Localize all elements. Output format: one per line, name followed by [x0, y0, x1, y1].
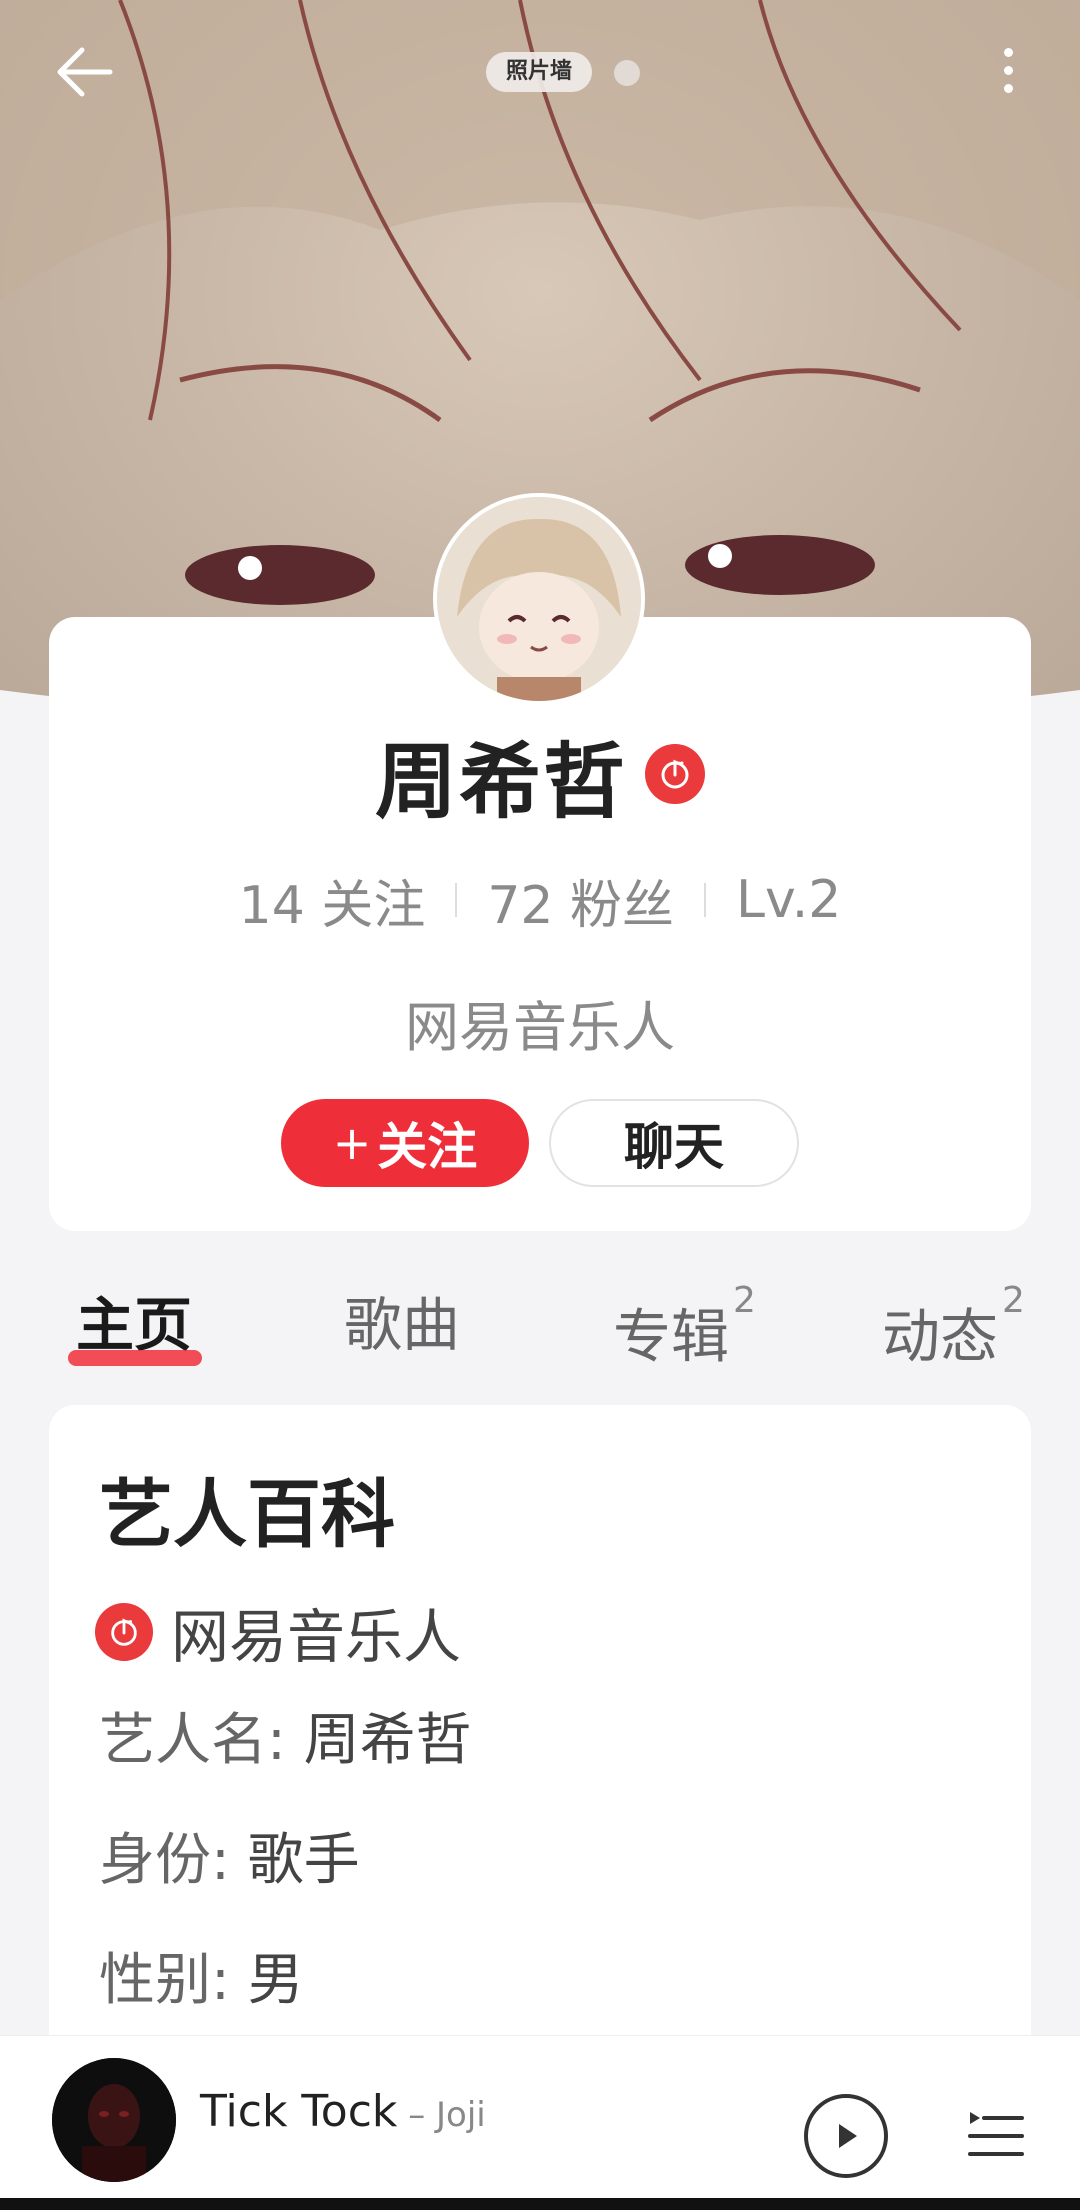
active-tab-indicator — [68, 1350, 202, 1366]
field-key: 性别: — [99, 1948, 248, 2013]
wiki-field-artist-name: 艺人名: 周希哲 — [99, 1695, 472, 1776]
music-note-badge-icon — [661, 759, 689, 789]
avatar[interactable] — [433, 493, 645, 705]
track-artist: Joji — [436, 2095, 486, 2135]
more-vertical-icon — [1003, 47, 1013, 57]
play-button[interactable] — [804, 2094, 888, 2178]
avatar-illustration — [437, 497, 641, 701]
mini-player[interactable]: Tick Tock – Joji — [0, 2035, 1080, 2210]
playlist-button[interactable] — [966, 2106, 1026, 2166]
play-icon — [839, 2124, 857, 2148]
plus-icon: + — [332, 1116, 372, 1170]
artist-separator: – — [397, 2095, 437, 2135]
wiki-tag-label: 网易音乐人 — [171, 1603, 462, 1671]
tab-moments[interactable]: 动态2 — [882, 1280, 1025, 1370]
divider — [455, 883, 458, 917]
more-vertical-icon — [1003, 65, 1013, 75]
musician-badge — [95, 1603, 153, 1661]
track-title: Tick Tock — [200, 2086, 398, 2137]
playlist-icon — [968, 2112, 1024, 2156]
divider — [704, 883, 707, 917]
more-options-button[interactable] — [986, 34, 1030, 106]
profile-card: 周希哲 14 关注 72 粉丝 Lv.2 网易音乐人 + 关注 聊天 — [49, 617, 1031, 1231]
profile-stats: 14 关注 72 粉丝 Lv.2 — [49, 863, 1031, 938]
artist-name: 周希哲 — [374, 734, 627, 830]
music-note-badge-icon — [111, 1618, 137, 1646]
tab-count: 2 — [733, 1280, 756, 1321]
wiki-field-identity: 身份: 歌手 — [99, 1815, 360, 1896]
followers-count: 72 — [487, 875, 554, 936]
wiki-title: 艺人百科 — [99, 1472, 395, 1558]
tab-label: 动态 — [882, 1302, 999, 1371]
wiki-musician-tag: 网易音乐人 — [95, 1590, 461, 1674]
album-art-image — [52, 2058, 176, 2182]
tab-label: 歌曲 — [344, 1291, 461, 1359]
follow-label: 关注 — [377, 1118, 478, 1176]
pager-dot — [614, 60, 640, 86]
tab-label: 主页 — [76, 1291, 193, 1359]
more-vertical-icon — [1003, 83, 1013, 93]
field-value: 周希哲 — [303, 1708, 472, 1773]
musician-badge[interactable] — [645, 744, 705, 804]
tab-count: 2 — [1002, 1280, 1025, 1321]
back-button[interactable] — [48, 36, 120, 108]
back-arrow-icon — [57, 47, 113, 97]
field-key: 艺人名: — [99, 1708, 304, 1773]
level-badge[interactable]: Lv.2 — [736, 870, 841, 930]
identity-label: 网易音乐人 — [405, 996, 675, 1059]
following-label: 关注 — [321, 875, 426, 936]
name-row: 周希哲 — [49, 724, 1031, 830]
followers-label: 粉丝 — [570, 875, 675, 936]
following-count: 14 — [238, 875, 305, 936]
tab-songs[interactable]: 歌曲 — [344, 1285, 460, 1365]
following-stat[interactable]: 14 关注 — [239, 863, 426, 938]
field-key: 身份: — [99, 1828, 248, 1893]
artist-wiki-card: 艺人百科 网易音乐人 艺人名: 周希哲 身份: 歌手 性别: 男 — [49, 1405, 1031, 2105]
tab-label: 专辑 — [613, 1302, 730, 1371]
followers-stat[interactable]: 72 粉丝 — [487, 863, 674, 938]
album-art[interactable] — [52, 2058, 176, 2182]
tab-albums[interactable]: 专辑2 — [613, 1280, 756, 1370]
wiki-field-gender: 性别: 男 — [99, 1935, 304, 2016]
field-value: 男 — [247, 1948, 304, 2013]
now-playing[interactable]: Tick Tock – Joji — [200, 2086, 486, 2137]
follow-button[interactable]: + 关注 — [281, 1099, 529, 1187]
system-bottom-bar — [0, 2198, 1080, 2210]
photo-wall-chip[interactable]: 照片墙 — [486, 52, 593, 92]
field-value: 歌手 — [247, 1828, 360, 1893]
chat-button[interactable]: 聊天 — [549, 1099, 799, 1187]
